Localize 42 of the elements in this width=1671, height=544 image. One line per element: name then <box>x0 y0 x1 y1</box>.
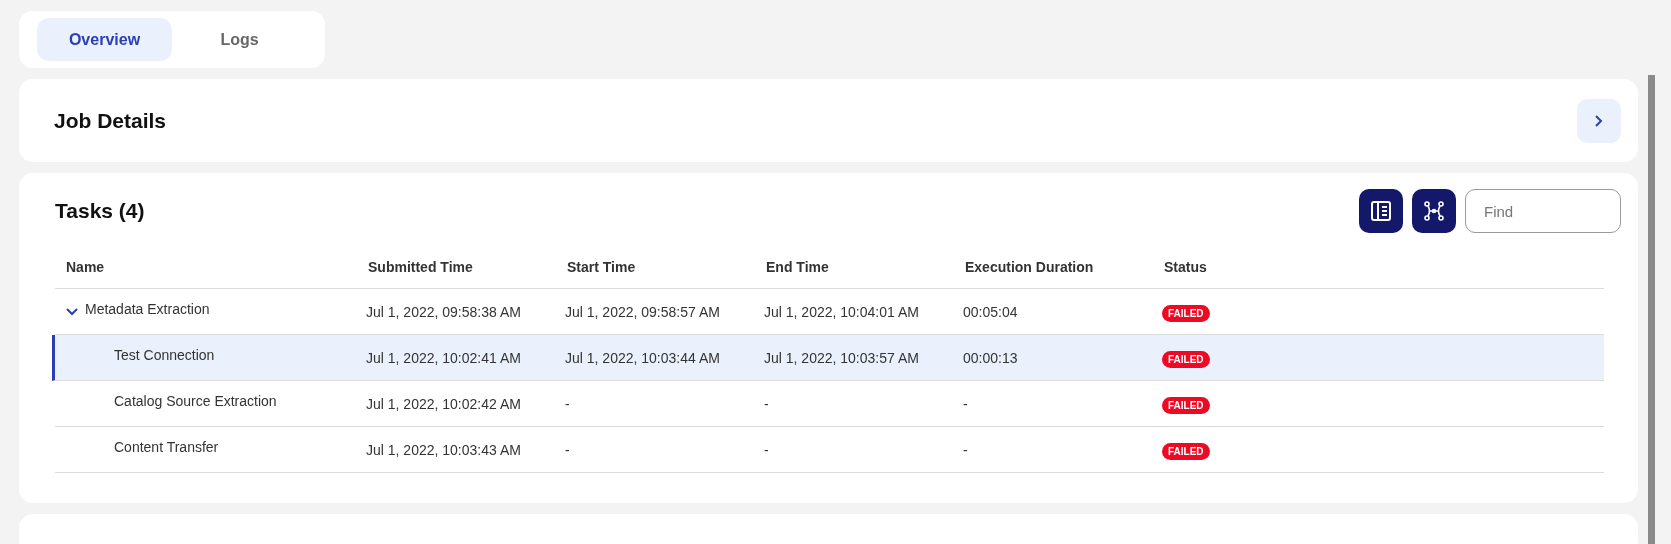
table-cell: Jul 1, 2022, 09:58:57 AM <box>565 303 720 320</box>
selected-row[interactable]: Test Connection Jul 1, 2022, 10:02:41 AM Jul 1, 2022, 10:03:44 AM Jul 1, 2022, 10:03:57 AM 00:00:13 FAILED <box>52 335 1604 381</box>
scrollbar[interactable] <box>1648 75 1655 544</box>
list-view-button[interactable] <box>1359 189 1403 233</box>
table-cell: 00:05:04 <box>963 303 1018 320</box>
table-cell: - <box>963 395 968 412</box>
column-header: Execution Duration <box>964 258 1095 277</box>
table-cell: Jul 1, 2022, 10:03:43 AM <box>366 441 521 458</box>
status-badge: FAILED <box>1162 304 1210 322</box>
table-cell: Jul 1, 2022, 09:58:38 AM <box>366 303 521 320</box>
status-badge: FAILED <box>1162 442 1210 460</box>
table-cell: - <box>764 395 769 412</box>
section-title: Tasks (4) <box>55 198 145 225</box>
tab[interactable]: Overview <box>37 18 172 61</box>
table-cell: Jul 1, 2022, 10:03:44 AM <box>565 349 720 366</box>
table-cell: - <box>764 441 769 458</box>
search-field[interactable]: Find <box>1465 189 1621 233</box>
table-cell: 00:00:13 <box>963 349 1018 366</box>
panel-list-icon <box>1370 200 1392 222</box>
table-cell: - <box>565 441 570 458</box>
column-header: End Time <box>765 258 830 277</box>
table-cell: Jul 1, 2022, 10:02:41 AM <box>366 349 521 366</box>
tab[interactable]: Logs <box>172 18 307 61</box>
table-cell: Jul 1, 2022, 10:03:57 AM <box>764 349 919 366</box>
section-title: Job Details <box>54 107 167 134</box>
table-cell: - <box>565 395 570 412</box>
task-name: Content Transfer <box>114 438 219 457</box>
table-cell: Jul 1, 2022, 10:04:01 AM <box>764 303 919 320</box>
table-cell: Jul 1, 2022, 10:02:42 AM <box>366 395 521 412</box>
task-name: Test Connection <box>114 346 215 365</box>
status-badge: FAILED <box>1162 350 1210 368</box>
column-header: Status <box>1163 258 1208 277</box>
column-header: Start Time <box>566 258 637 277</box>
column-header: Submitted Time <box>367 258 474 277</box>
graph-view-button[interactable] <box>1412 189 1456 233</box>
status-badge: FAILED <box>1162 396 1210 414</box>
column-header: Name <box>65 258 106 277</box>
task-name: Metadata Extraction <box>85 300 210 319</box>
network-icon <box>1423 200 1445 222</box>
task-name: Catalog Source Extraction <box>114 392 277 411</box>
table-cell: - <box>963 441 968 458</box>
chevron-right-icon <box>1594 113 1604 128</box>
